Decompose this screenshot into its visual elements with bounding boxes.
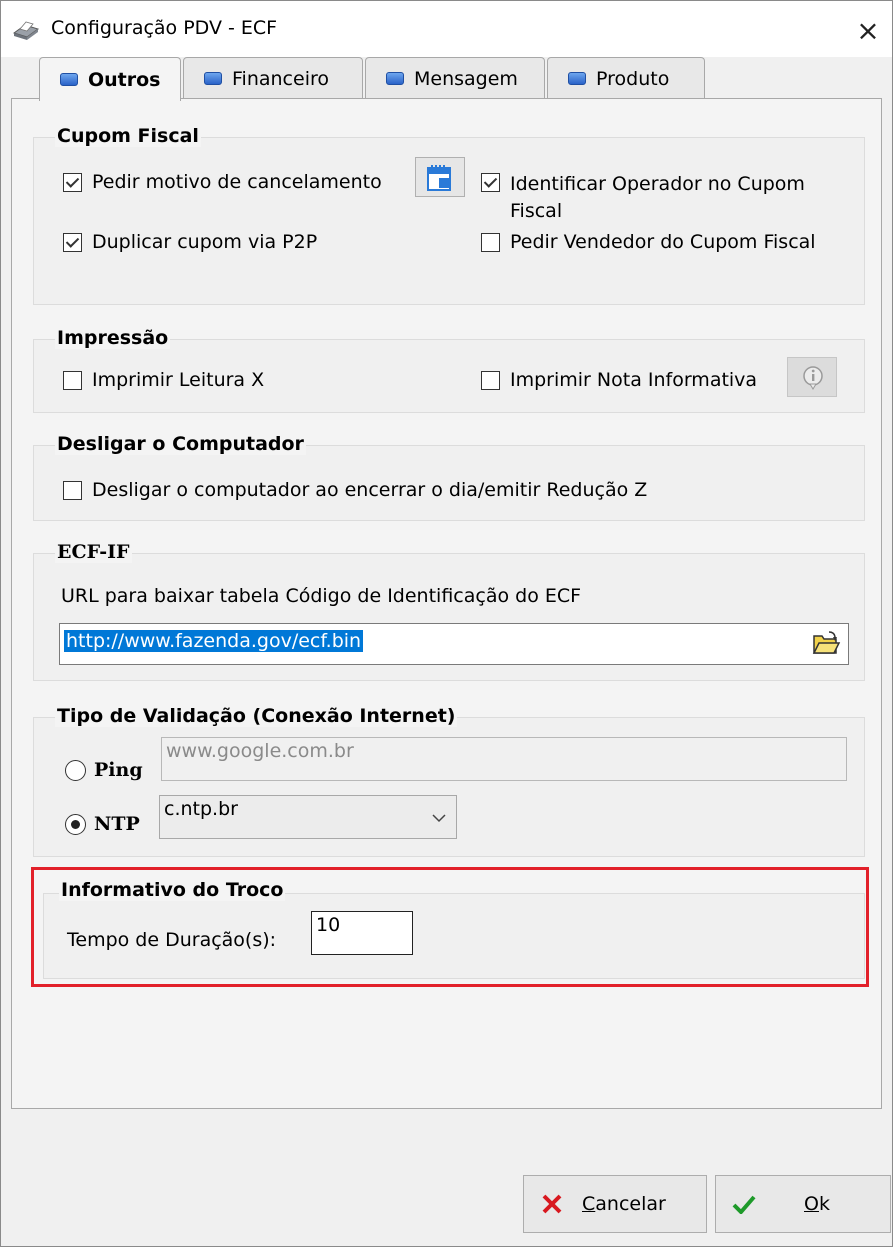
highlight-box	[31, 867, 869, 987]
checkbox-box[interactable]	[63, 481, 82, 500]
cancel-label: Cancelar	[582, 1193, 666, 1215]
checkbox-box[interactable]	[63, 371, 82, 390]
ok-label-rest: k	[818, 1193, 830, 1215]
config-window: Configuração PDV - ECF × Outros Financei…	[0, 0, 893, 1247]
open-folder-button[interactable]	[811, 629, 843, 659]
cancel-mnemonic: C	[582, 1193, 596, 1215]
motivos-button[interactable]	[415, 157, 465, 197]
group-title-desligar: Desligar o Computador	[55, 433, 306, 455]
tab-strip: Outros Financeiro Mensagem Produto	[11, 57, 881, 101]
ok-button[interactable]: Ok	[715, 1175, 891, 1233]
window-title: Configuração PDV - ECF	[51, 17, 278, 39]
group-title-validacao: Tipo de Validação (Conexão Internet)	[55, 705, 458, 727]
document-icon	[427, 165, 451, 191]
checkbox-imprimir-nota-informativa[interactable]: Imprimir Nota Informativa	[481, 369, 757, 391]
radio-label: NTP	[94, 813, 140, 835]
ok-label: Ok	[804, 1193, 830, 1215]
radio-circle[interactable]	[65, 813, 86, 835]
checkbox-label: Identificar Operador no Cupom Fiscal	[510, 171, 805, 225]
close-button[interactable]: ×	[848, 11, 888, 51]
radio-label: Ping	[94, 759, 143, 781]
group-title-ecf-if: ECF-IF	[55, 541, 132, 563]
checkbox-label: Desligar o computador ao encerrar o dia/…	[92, 479, 648, 501]
label-line2: Fiscal	[510, 200, 563, 222]
dialog-footer: Cancelar Ok	[1, 1129, 892, 1246]
checkbox-imprimir-leitura-x[interactable]: Imprimir Leitura X	[63, 369, 264, 391]
tab-label: Outros	[88, 68, 161, 91]
url-input[interactable]: http://www.fazenda.gov/ecf.bin	[59, 623, 849, 665]
tab-label: Mensagem	[414, 67, 518, 90]
nota-informativa-button[interactable]	[787, 357, 837, 397]
cancel-x-icon	[542, 1194, 562, 1214]
folder-open-icon	[812, 631, 841, 654]
checkbox-desligar-computador[interactable]: Desligar o computador ao encerrar o dia/…	[63, 479, 647, 501]
checkbox-box[interactable]	[481, 371, 500, 390]
checkbox-label: Pedir Vendedor do Cupom Fiscal	[510, 231, 816, 253]
url-label: URL para baixar tabela Código de Identif…	[61, 585, 582, 607]
checkbox-label: Imprimir Nota Informativa	[510, 369, 758, 391]
checkmark-icon	[732, 1195, 756, 1214]
ok-mnemonic: O	[804, 1193, 819, 1215]
chevron-down-icon	[432, 814, 446, 823]
checkbox-duplicar-cupom[interactable]: Duplicar cupom via P2P	[63, 231, 317, 253]
tab-icon	[386, 72, 404, 85]
checkbox-identificar-operador[interactable]: Identificar Operador no Cupom Fiscal	[481, 171, 805, 225]
checkbox-box[interactable]	[63, 173, 82, 192]
tab-icon	[568, 72, 586, 85]
url-value: http://www.fazenda.gov/ecf.bin	[64, 630, 364, 652]
checkbox-box[interactable]	[63, 233, 82, 252]
radio-ntp[interactable]: NTP	[65, 813, 140, 835]
tab-label: Produto	[596, 67, 670, 90]
info-icon	[803, 366, 823, 390]
tab-mensagem[interactable]: Mensagem	[365, 57, 545, 99]
cancel-label-rest: ancelar	[595, 1193, 666, 1215]
checkbox-pedir-vendedor[interactable]: Pedir Vendedor do Cupom Fiscal	[481, 231, 816, 253]
checkbox-label: Pedir motivo de cancelamento	[92, 171, 382, 193]
radio-circle[interactable]	[65, 759, 86, 781]
checkbox-box[interactable]	[481, 173, 500, 192]
tab-produto[interactable]: Produto	[547, 57, 705, 99]
tab-financeiro[interactable]: Financeiro	[183, 57, 363, 99]
radio-ping[interactable]: Ping	[65, 759, 143, 781]
group-title-impressao: Impressão	[55, 327, 171, 349]
checkbox-pedir-motivo[interactable]: Pedir motivo de cancelamento	[63, 171, 382, 193]
select-value: c.ntp.br	[164, 798, 238, 820]
ping-host-input[interactable]: www.google.com.br	[161, 737, 847, 781]
tab-icon	[60, 73, 78, 86]
cancel-button[interactable]: Cancelar	[523, 1175, 707, 1233]
group-title-cupom-fiscal: Cupom Fiscal	[55, 125, 201, 147]
title-bar: Configuração PDV - ECF ×	[1, 1, 892, 57]
tab-icon	[204, 72, 222, 85]
ntp-server-select[interactable]: c.ntp.br	[159, 795, 457, 839]
label-line1: Identificar Operador no Cupom	[510, 173, 805, 195]
tab-outros[interactable]: Outros	[39, 57, 181, 101]
printer-icon	[12, 21, 40, 40]
checkbox-label: Duplicar cupom via P2P	[92, 231, 318, 253]
checkbox-label: Imprimir Leitura X	[92, 369, 265, 391]
checkbox-box[interactable]	[481, 233, 500, 252]
tab-label: Financeiro	[232, 67, 329, 90]
